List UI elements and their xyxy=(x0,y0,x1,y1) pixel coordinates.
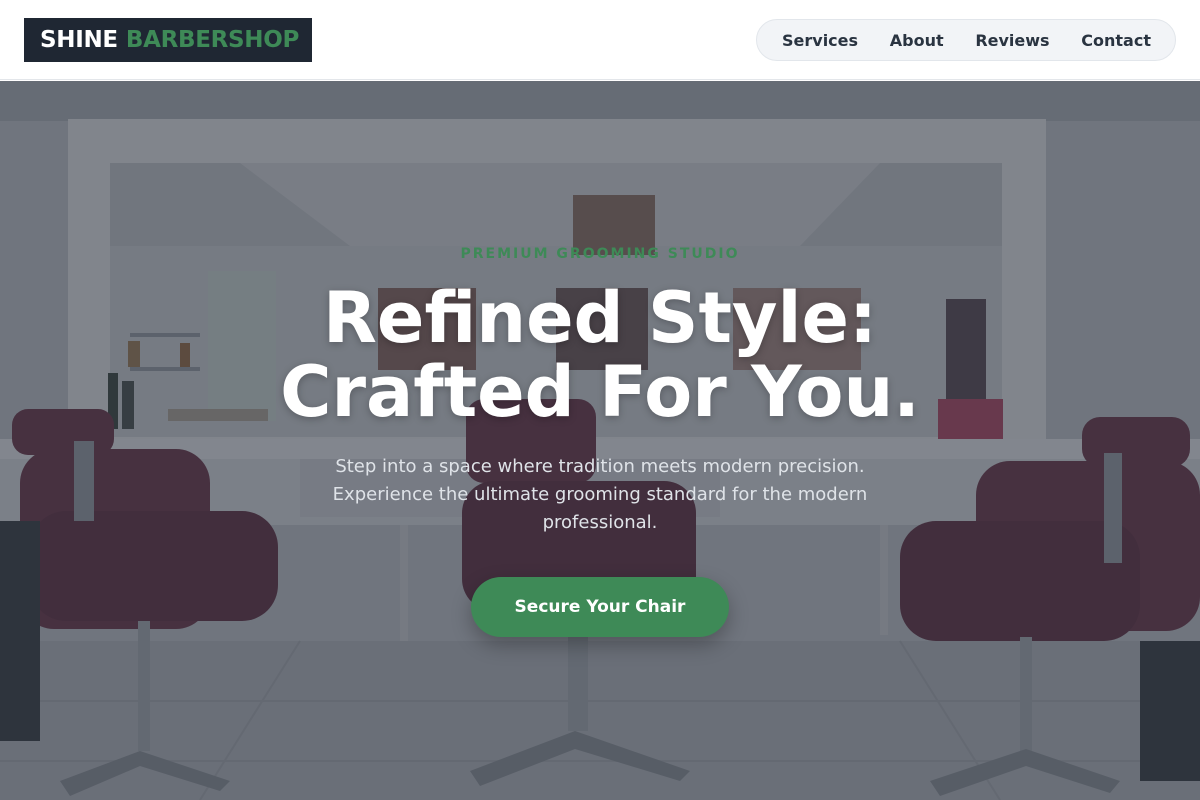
brand-name-primary: SHINE xyxy=(40,27,118,53)
nav-link-about[interactable]: About xyxy=(890,31,944,50)
site-header: SHINE BARBERSHOP Services About Reviews … xyxy=(0,0,1200,80)
hero-section: PREMIUM GROOMING STUDIO Refined Style: C… xyxy=(0,81,1200,800)
nav-link-services[interactable]: Services xyxy=(782,31,858,50)
main-nav: Services About Reviews Contact xyxy=(756,19,1176,61)
hero-headline: Refined Style: Crafted For You. xyxy=(0,281,1200,429)
secure-chair-button[interactable]: Secure Your Chair xyxy=(471,577,729,637)
brand-name-accent: BARBERSHOP xyxy=(125,27,300,53)
hero-content: PREMIUM GROOMING STUDIO Refined Style: C… xyxy=(0,81,1200,800)
nav-link-reviews[interactable]: Reviews xyxy=(975,31,1049,50)
hero-headline-line-2: Crafted For You. xyxy=(280,351,920,433)
hero-subtext: Step into a space where tradition meets … xyxy=(332,456,868,533)
nav-link-contact[interactable]: Contact xyxy=(1081,31,1151,50)
hero-headline-line-1: Refined Style: xyxy=(322,277,878,359)
hero-eyebrow: PREMIUM GROOMING STUDIO xyxy=(460,246,740,262)
brand-logo[interactable]: SHINE BARBERSHOP xyxy=(24,18,312,62)
